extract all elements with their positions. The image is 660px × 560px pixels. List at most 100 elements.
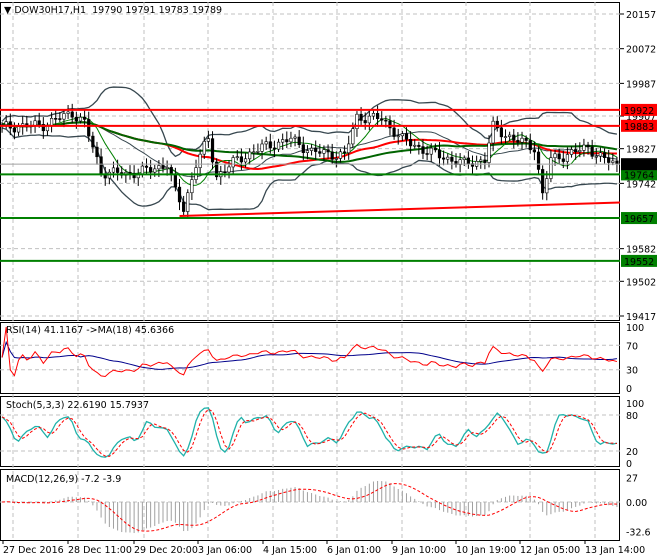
candle-body xyxy=(314,147,318,152)
symbol-label: DOW30H17,H1 xyxy=(14,5,87,16)
candle-body xyxy=(326,149,330,153)
candle-body xyxy=(499,127,503,138)
stoch-axis-label: 80 xyxy=(626,411,638,422)
candle-body xyxy=(190,179,194,194)
candle-body xyxy=(561,158,565,162)
candle-body xyxy=(491,120,495,144)
candle-body xyxy=(16,126,21,133)
candle-body xyxy=(70,111,74,118)
time-axis-label: 6 Jan 01:00 xyxy=(327,545,381,556)
candle-body xyxy=(557,153,561,160)
time-axis-label: 27 Dec 2016 xyxy=(3,545,64,556)
candle-body xyxy=(297,136,301,145)
candle-body xyxy=(569,149,574,155)
level-label: 19552 xyxy=(624,257,654,268)
candle-body xyxy=(532,149,537,153)
candle-body xyxy=(268,141,272,149)
macd-signal-line xyxy=(2,483,617,532)
candle-body xyxy=(54,118,58,120)
candle-body xyxy=(586,144,590,148)
candle-body xyxy=(182,201,186,212)
candle-body xyxy=(483,159,487,163)
candle-body xyxy=(309,147,314,151)
candle-body xyxy=(417,144,421,147)
candle-body xyxy=(66,111,70,114)
candle-body xyxy=(347,143,351,154)
candle-body xyxy=(413,144,417,147)
ohlc-values: 19790 19791 19783 19789 xyxy=(92,5,223,16)
candle-body xyxy=(260,143,264,152)
candle-body xyxy=(388,120,392,129)
level-label: 19883 xyxy=(624,122,654,133)
level-label: 19764 xyxy=(624,170,654,181)
candle-body xyxy=(4,121,8,125)
rsi-axis-label: 70 xyxy=(626,341,638,352)
price-tick-label: 20157 xyxy=(626,10,656,21)
candle-body xyxy=(404,133,409,140)
candle-body xyxy=(359,113,363,121)
candle-body xyxy=(91,135,95,148)
chart-window[interactable]: 20157 20072 19987 19907 19827 19742 19582 19502… xyxy=(0,0,660,560)
candle-body xyxy=(442,157,446,160)
candle-body xyxy=(363,120,367,124)
main-panel xyxy=(0,2,620,321)
candle-body xyxy=(322,149,326,154)
candle-body xyxy=(276,141,281,150)
candle-body xyxy=(338,151,343,159)
candle-body xyxy=(227,166,231,173)
candle-body xyxy=(128,171,132,174)
rsi-axis-label: 100 xyxy=(626,323,644,334)
candle-body xyxy=(594,155,598,158)
candle-body xyxy=(149,167,153,173)
time-axis-label: 29 Dec 20:00 xyxy=(134,545,198,556)
candle-body xyxy=(289,137,293,143)
price-tick-label: 19582 xyxy=(626,245,656,256)
macd-axis-label: 0.00 xyxy=(626,498,647,509)
candle-body xyxy=(264,141,268,145)
candle-body xyxy=(12,127,17,133)
stoch-signal-line xyxy=(1,408,617,457)
candle-body xyxy=(590,146,594,157)
candle-body xyxy=(62,113,66,120)
candle-body xyxy=(536,151,541,170)
candle-body xyxy=(177,186,182,203)
rsi-axis-label: 30 xyxy=(626,366,638,377)
candle-body xyxy=(111,167,116,173)
rsi-axis-label: 0 xyxy=(626,384,632,395)
candle-body xyxy=(285,139,289,143)
candle-body xyxy=(367,115,371,124)
candle-body xyxy=(582,144,586,151)
candle-body xyxy=(495,120,499,129)
time-axis-label: 10 Jan 19:00 xyxy=(456,545,516,556)
candle-body xyxy=(553,153,557,159)
candle-body xyxy=(318,151,322,154)
candle-body xyxy=(58,118,62,120)
candle-body xyxy=(82,116,87,120)
candle-body xyxy=(512,134,516,141)
level-label: 19657 xyxy=(624,214,654,225)
candle-body xyxy=(429,147,433,155)
candle-body xyxy=(520,137,524,143)
candle-body xyxy=(598,152,603,157)
price-tick-label: 20072 xyxy=(626,45,656,56)
candle-body xyxy=(565,154,570,162)
candle-body xyxy=(437,149,442,159)
dropdown-arrow-icon[interactable]: ▼ xyxy=(4,5,11,16)
stoch-title: Stoch(5,3,3) 22.6190 15.7937 xyxy=(6,400,150,411)
candle-body xyxy=(524,137,528,141)
candle-body xyxy=(169,167,173,175)
macd-title: MACD(12,26,9) -7.2 -3.9 xyxy=(6,474,122,485)
candle-body xyxy=(281,139,285,143)
candle-body xyxy=(87,119,91,137)
chart-title: ▼ DOW30H17,H1 19790 19791 19783 19789 xyxy=(4,5,222,16)
candle-body xyxy=(330,151,334,160)
candle-body xyxy=(140,165,144,175)
time-axis-label: 28 Dec 11:00 xyxy=(68,545,132,556)
candle-body xyxy=(425,153,429,155)
candle-body xyxy=(396,135,400,138)
stoch-axis-label: 0 xyxy=(626,459,632,470)
candle-body xyxy=(384,119,388,122)
level-label: 19922 xyxy=(624,106,654,117)
candle-body xyxy=(186,192,190,212)
candle-body xyxy=(578,150,582,153)
